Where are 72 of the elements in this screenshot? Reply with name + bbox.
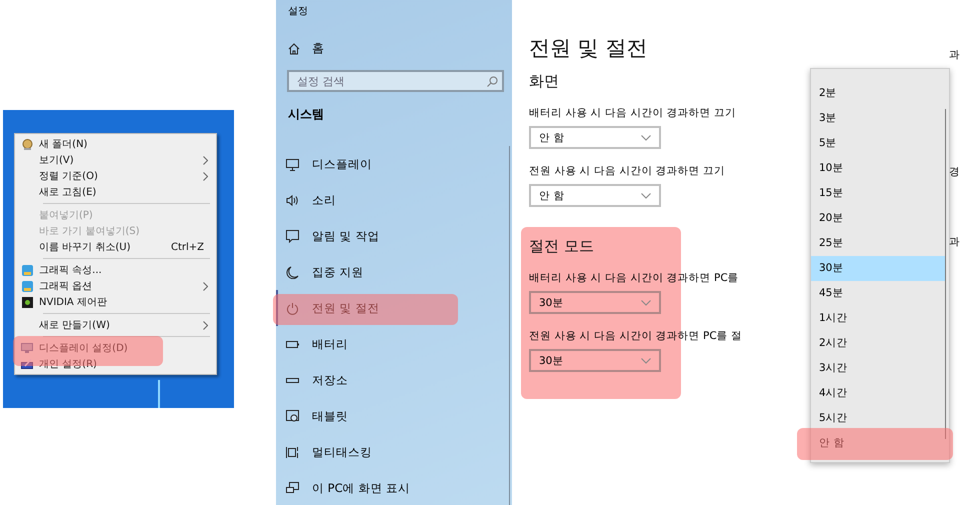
section-heading: 화면 <box>529 72 560 91</box>
nav-item[interactable]: 배터리 <box>276 326 348 362</box>
setting-label: 전원 사용 시 다음 시간이 경과하면 끄기 <box>529 164 726 178</box>
menu-item[interactable]: 그래픽 옵션 <box>15 278 216 294</box>
home-link[interactable]: 홈 <box>288 40 324 57</box>
graphics-icon <box>22 264 32 276</box>
menu-item[interactable]: 새로 만들기(W) <box>15 317 216 333</box>
nav-item[interactable]: 이 PC에 화면 표시 <box>276 470 410 505</box>
home-icon <box>288 42 300 54</box>
page-title: 전원 및 절전 <box>529 35 648 62</box>
dropdown[interactable]: 30분 <box>529 291 661 314</box>
power-icon <box>286 302 299 314</box>
nav-item[interactable]: 집중 지원 <box>276 254 364 290</box>
project-icon <box>286 482 299 494</box>
nav-item[interactable]: 태블릿 <box>276 398 348 434</box>
menu-item[interactable]: 새로 고침(E) <box>15 184 216 200</box>
dropdown-option[interactable]: 1시간 <box>811 306 945 331</box>
search-field[interactable]: 설정 검색 <box>287 70 504 92</box>
dropdown-option[interactable]: 15분 <box>811 181 945 206</box>
speaker-icon <box>286 194 299 206</box>
dropdown-option[interactable]: 안 함 <box>811 431 945 456</box>
menu-item[interactable]: 디스플레이 설정(D) <box>15 340 216 356</box>
category-heading: 시스템 <box>288 106 324 123</box>
monitor-icon <box>21 343 33 353</box>
dropdown-option[interactable]: 4시간 <box>811 381 945 406</box>
moon-icon <box>286 266 299 278</box>
dropdown-option[interactable]: 10분 <box>811 156 945 181</box>
menu-item[interactable]: 보기(V) <box>15 152 216 168</box>
folder-icon <box>22 138 32 150</box>
dropdown-option[interactable]: 2시간 <box>811 331 945 356</box>
menu-item[interactable]: 정렬 기준(O) <box>15 168 216 184</box>
dropdown-option[interactable]: 5시간 <box>811 406 945 431</box>
dropdown-option[interactable]: 25분 <box>811 231 945 256</box>
nav-item[interactable]: 알림 및 작업 <box>276 218 380 254</box>
dropdown-option[interactable]: 45분 <box>811 281 945 306</box>
window-title: 설정 <box>287 5 309 19</box>
tablet-icon <box>286 410 299 422</box>
chevron-down-icon <box>641 134 651 140</box>
dropdown-option[interactable]: 3분 <box>811 106 945 131</box>
multitask-icon <box>286 446 299 458</box>
menu-item[interactable]: NVIDIA 제어판 <box>15 294 216 310</box>
dropdown-option[interactable]: 5분 <box>811 131 945 156</box>
monitor-icon <box>286 158 299 170</box>
nav-item[interactable]: 저장소 <box>276 362 348 398</box>
dropdown[interactable]: 30분 <box>529 349 661 372</box>
chevron-down-icon <box>641 300 651 306</box>
chevron-down-icon <box>641 192 651 198</box>
search-icon <box>487 76 498 86</box>
nvidia-icon <box>22 296 32 308</box>
setting-label: 배터리 사용 시 다음 시간이 경과하면 끄기 <box>529 106 738 120</box>
message-icon <box>286 230 299 242</box>
text-fragment: 과 <box>949 235 960 249</box>
nav-item[interactable]: 멀티태스킹 <box>276 434 372 470</box>
brush-monitor-icon <box>21 358 33 370</box>
dropdown-option[interactable]: 20분 <box>811 206 945 231</box>
dropdown[interactable]: 안 함 <box>529 126 661 149</box>
text-fragment: 과 <box>949 48 960 62</box>
section-heading: 절전 모드 <box>529 237 595 256</box>
text-fragment: 경 <box>949 165 960 179</box>
graphics-icon <box>22 280 32 292</box>
menu-item[interactable]: 그래픽 속성... <box>15 262 216 278</box>
dropdown-option[interactable]: 30분 <box>811 256 945 281</box>
setting-label: 전원 사용 시 다음 시간이 경과하면 PC를 절 <box>529 329 744 343</box>
chevron-down-icon <box>641 358 651 364</box>
menu-item[interactable]: 이름 바꾸기 취소(U) Ctrl+Z <box>15 239 216 255</box>
nav-item[interactable]: 소리 <box>276 182 336 218</box>
dropdown-option[interactable]: 2분 <box>811 81 945 106</box>
dropdown[interactable]: 안 함 <box>529 184 661 207</box>
dropdown-option[interactable]: 3시간 <box>811 356 945 381</box>
menu-item[interactable]: 새 폴더(N) <box>15 136 216 152</box>
nav-item[interactable]: 디스플레이 <box>276 146 372 182</box>
setting-label: 배터리 사용 시 다음 시간이 경과하면 PC를 <box>529 271 740 285</box>
